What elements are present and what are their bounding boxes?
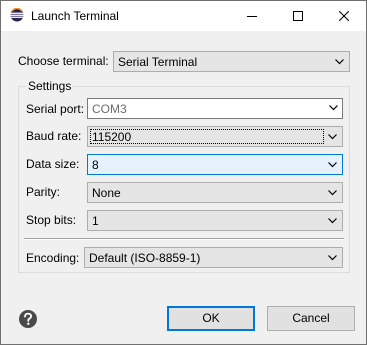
serial-port-combo[interactable]: COM3: [87, 98, 343, 119]
help-icon[interactable]: [18, 309, 38, 329]
stop-bits-value: 1: [92, 214, 99, 228]
close-button[interactable]: [321, 1, 367, 31]
chevron-down-icon: [328, 255, 337, 261]
cancel-button[interactable]: Cancel: [267, 306, 355, 331]
maximize-icon: [293, 11, 303, 21]
settings-group-title: Settings: [26, 79, 74, 93]
stop-bits-select[interactable]: 1: [87, 210, 343, 231]
chevron-down-icon: [328, 162, 337, 168]
chevron-down-icon: [329, 105, 338, 111]
minimize-icon: [247, 16, 257, 17]
data-size-value: 8: [92, 158, 99, 172]
settings-separator: [24, 238, 344, 240]
close-icon: [339, 11, 349, 21]
minimize-button[interactable]: [229, 1, 275, 31]
parity-value: None: [92, 186, 121, 200]
window-title: Launch Terminal: [31, 9, 119, 23]
choose-terminal-label: Choose terminal:: [18, 54, 109, 68]
serial-port-dropdown-button[interactable]: [325, 99, 342, 118]
stop-bits-label: Stop bits:: [26, 213, 77, 227]
serial-port-label: Serial port:: [26, 102, 85, 116]
baud-rate-select[interactable]: 115200: [87, 126, 343, 147]
baud-rate-value: 115200: [92, 130, 132, 144]
data-size-select[interactable]: 8: [87, 154, 343, 175]
chevron-down-icon: [328, 190, 337, 196]
data-size-label: Data size:: [26, 157, 80, 171]
chevron-down-icon: [328, 218, 337, 224]
chevron-down-icon: [328, 134, 337, 140]
serial-port-value[interactable]: COM3: [92, 102, 127, 116]
baud-rate-label: Baud rate:: [26, 129, 82, 143]
terminal-select-value: Serial Terminal: [118, 55, 198, 69]
parity-label: Parity:: [26, 185, 61, 199]
ok-button[interactable]: OK: [167, 306, 255, 331]
parity-select[interactable]: None: [87, 182, 343, 203]
encoding-select[interactable]: Default (ISO-8859-1): [84, 247, 343, 268]
eclipse-icon: [10, 8, 24, 22]
encoding-label: Encoding:: [26, 251, 80, 265]
encoding-value: Default (ISO-8859-1): [89, 251, 201, 265]
terminal-select[interactable]: Serial Terminal: [113, 51, 350, 72]
maximize-button[interactable]: [275, 1, 321, 31]
chevron-down-icon: [335, 59, 344, 65]
launch-terminal-dialog: Launch Terminal Choose terminal: Serial …: [0, 0, 367, 345]
title-bar[interactable]: Launch Terminal: [1, 1, 366, 31]
